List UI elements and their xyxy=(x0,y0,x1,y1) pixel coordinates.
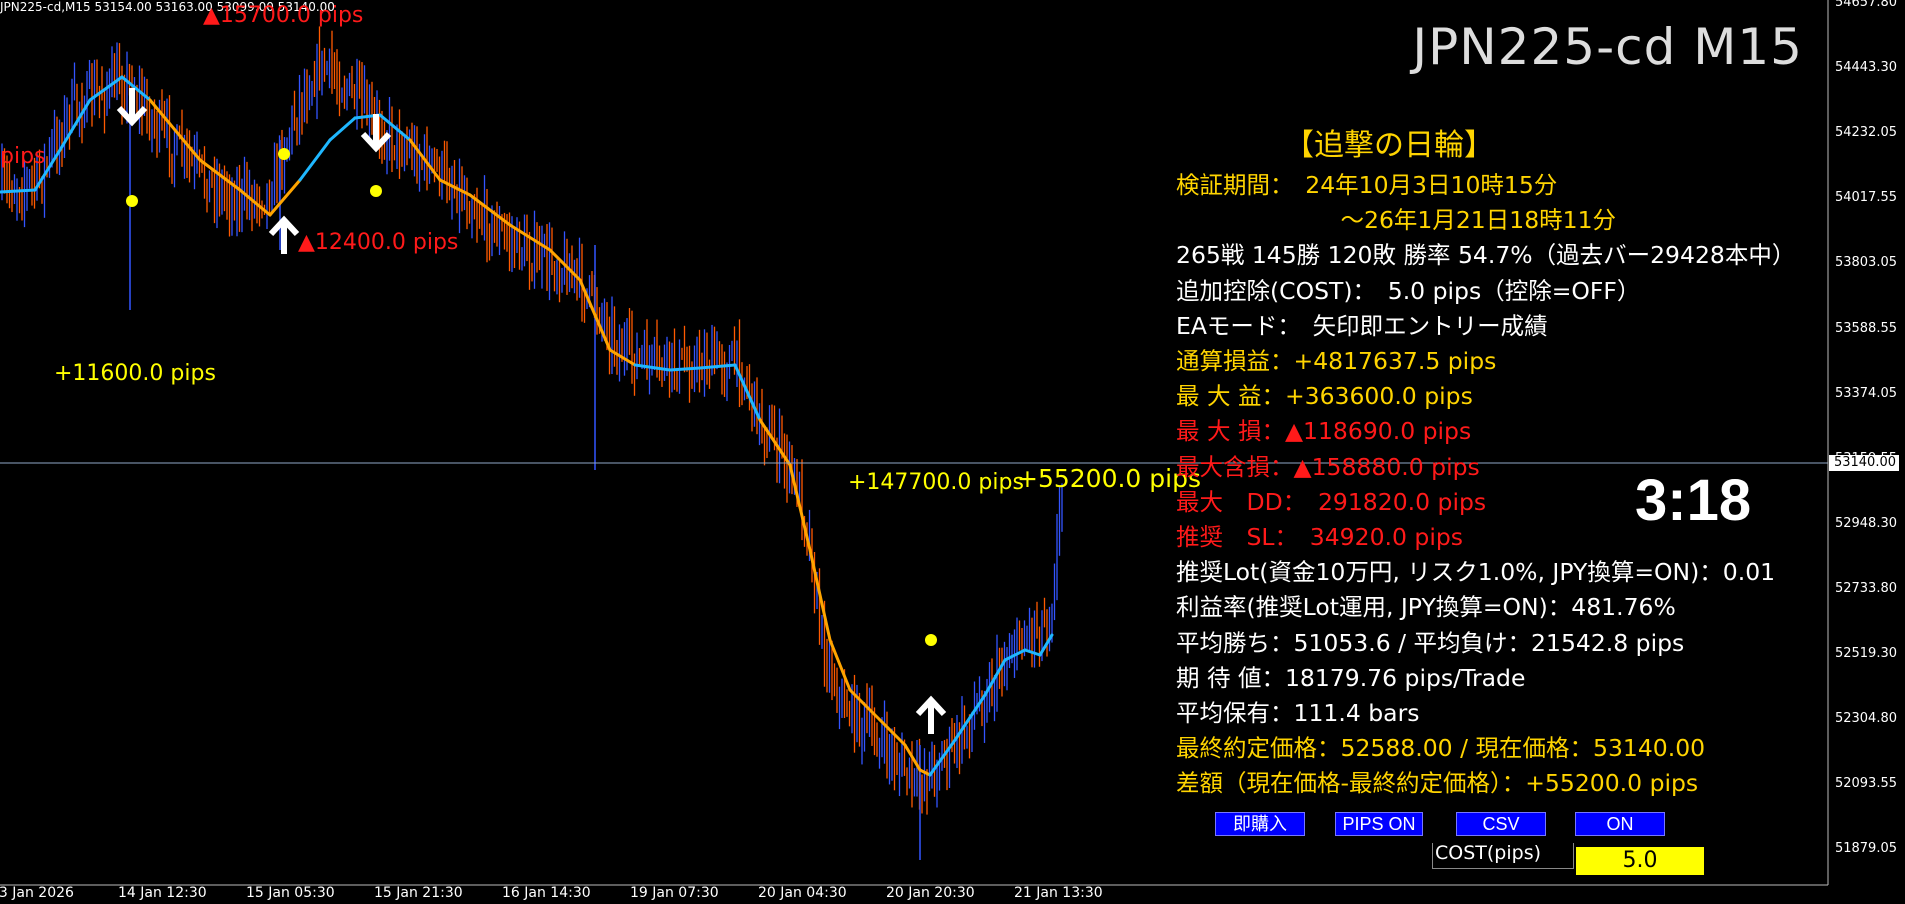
ma-segment xyxy=(0,188,37,194)
price-tick: 52304.80 xyxy=(1834,711,1897,727)
cost-input[interactable]: 5.0 xyxy=(1576,847,1704,875)
price-tick: 52093.55 xyxy=(1834,776,1897,792)
stats-row: 通算損益：+4817637.5 pips xyxy=(1176,347,1497,376)
price-tick: 51879.05 xyxy=(1834,841,1897,857)
signal-dot xyxy=(370,185,382,197)
stats-row: 検証期間： 24年10月3日10時15分 xyxy=(1176,171,1558,199)
ma-segment xyxy=(328,116,357,142)
price-axis: 54657.80 54443.30 54232.05 54017.55 53803.05… xyxy=(1828,0,1905,885)
time-tick: 13 Jan 2026 xyxy=(0,885,74,901)
stats-row: 追加控除(COST)： 5.0 pips（控除=OFF） xyxy=(1176,276,1641,305)
ma-segment xyxy=(468,193,512,227)
stats-row: 最終約定価格：52588.00 / 現在価格：53140.00 xyxy=(1176,734,1706,763)
ma-segment xyxy=(668,366,702,372)
price-tick: 54443.30 xyxy=(1834,60,1897,76)
ma-segment xyxy=(298,138,332,182)
moving-average-segments xyxy=(0,75,1054,777)
time-tick: 16 Jan 14:30 xyxy=(502,885,591,901)
buy-now-button[interactable]: 即購入 xyxy=(1215,812,1305,836)
signal-dot xyxy=(126,195,138,207)
price-tick: 52733.80 xyxy=(1834,580,1897,596)
time-tick: 20 Jan 04:30 xyxy=(758,885,847,901)
price-tick: 52948.30 xyxy=(1834,515,1897,531)
cost-label: COST(pips) xyxy=(1432,843,1574,869)
current-price-tag: 53140.00 xyxy=(1829,455,1899,471)
stats-row: 平均勝ち：51053.6 / 平均負け：21542.8 pips xyxy=(1176,628,1685,657)
trade-label-loss-3: ▲12400.0 pips xyxy=(298,230,459,255)
stats-row: 平均保有：111.4 bars xyxy=(1176,699,1420,728)
ma-segment xyxy=(120,75,152,102)
stats-row: EAモード： 矢印即エントリー成績 xyxy=(1176,311,1548,340)
time-tick: 15 Jan 05:30 xyxy=(246,885,335,901)
chart-title: JPN225-cd M15 xyxy=(1412,18,1803,76)
price-tick: 53588.55 xyxy=(1834,320,1897,336)
signal-arrows xyxy=(116,88,947,734)
trade-label-loss-2: pips xyxy=(0,144,46,169)
trade-label-profit-1: +11600.0 pips xyxy=(54,361,216,386)
panel-title: 【追撃の日輪】 xyxy=(1284,128,1494,163)
stats-row: 最 大 益：+363600.0 pips xyxy=(1176,382,1473,411)
pips-toggle-button[interactable]: PIPS ON xyxy=(1335,812,1423,836)
on-toggle-button[interactable]: ON xyxy=(1575,812,1665,836)
csv-button[interactable]: CSV xyxy=(1456,812,1546,836)
price-tick: 53803.05 xyxy=(1834,255,1897,271)
buy-arrow-icon xyxy=(268,215,300,254)
stats-row: ～26年1月21日18時11分 xyxy=(1176,206,1617,235)
stats-row: 期 待 値：18179.76 pips/Trade xyxy=(1176,663,1526,692)
price-tick: 54232.05 xyxy=(1834,125,1897,141)
symbol-info: JPN225-cd,M15 xyxy=(0,0,91,14)
time-tick: 21 Jan 13:30 xyxy=(1014,885,1103,901)
price-tick: 53374.05 xyxy=(1834,385,1897,401)
ma-segment xyxy=(828,638,852,692)
price-tick: 52519.30 xyxy=(1834,646,1897,661)
trade-label-profit-2: +147700.0 pips xyxy=(848,470,1024,495)
stats-row: 推奨Lot(資金10万円, リスク1.0%, JPY換算=ON)：0.01 xyxy=(1176,558,1776,587)
candlesticks xyxy=(1,26,1063,860)
stats-row: 265戦 145勝 120敗 勝率 54.7%（過去バー29428本中） xyxy=(1176,241,1796,270)
time-tick: 19 Jan 07:30 xyxy=(630,885,719,901)
trade-label-loss-1: ▲15700.0 pips xyxy=(203,3,364,28)
stats-row: 差額（現在価格-最終約定価格）：+55200.0 pips xyxy=(1176,769,1699,798)
trade-label-profit-3: +55200.0 pips xyxy=(1017,464,1201,493)
signal-dot xyxy=(925,634,937,646)
bar-countdown-timer: 3:18 xyxy=(1635,468,1752,533)
stats-panel: 【追撃の日輪】 検証期間： 24年10月3日10時15分 ～26年1月21日18… xyxy=(1176,120,1816,802)
price-tick: 54657.80 xyxy=(1834,0,1897,10)
time-tick: 15 Jan 21:30 xyxy=(374,885,463,901)
stats-row: 利益率(推奨Lot運用, JPY換算=ON)：481.76% xyxy=(1176,593,1676,622)
buy-arrow-icon xyxy=(915,695,947,734)
signal-dot xyxy=(278,148,290,160)
stats-row: 最 大 損：▲118690.0 pips xyxy=(1176,417,1472,446)
time-tick: 20 Jan 20:30 xyxy=(886,885,975,901)
time-tick: 14 Jan 12:30 xyxy=(118,885,207,901)
price-tick: 54017.55 xyxy=(1834,190,1897,206)
